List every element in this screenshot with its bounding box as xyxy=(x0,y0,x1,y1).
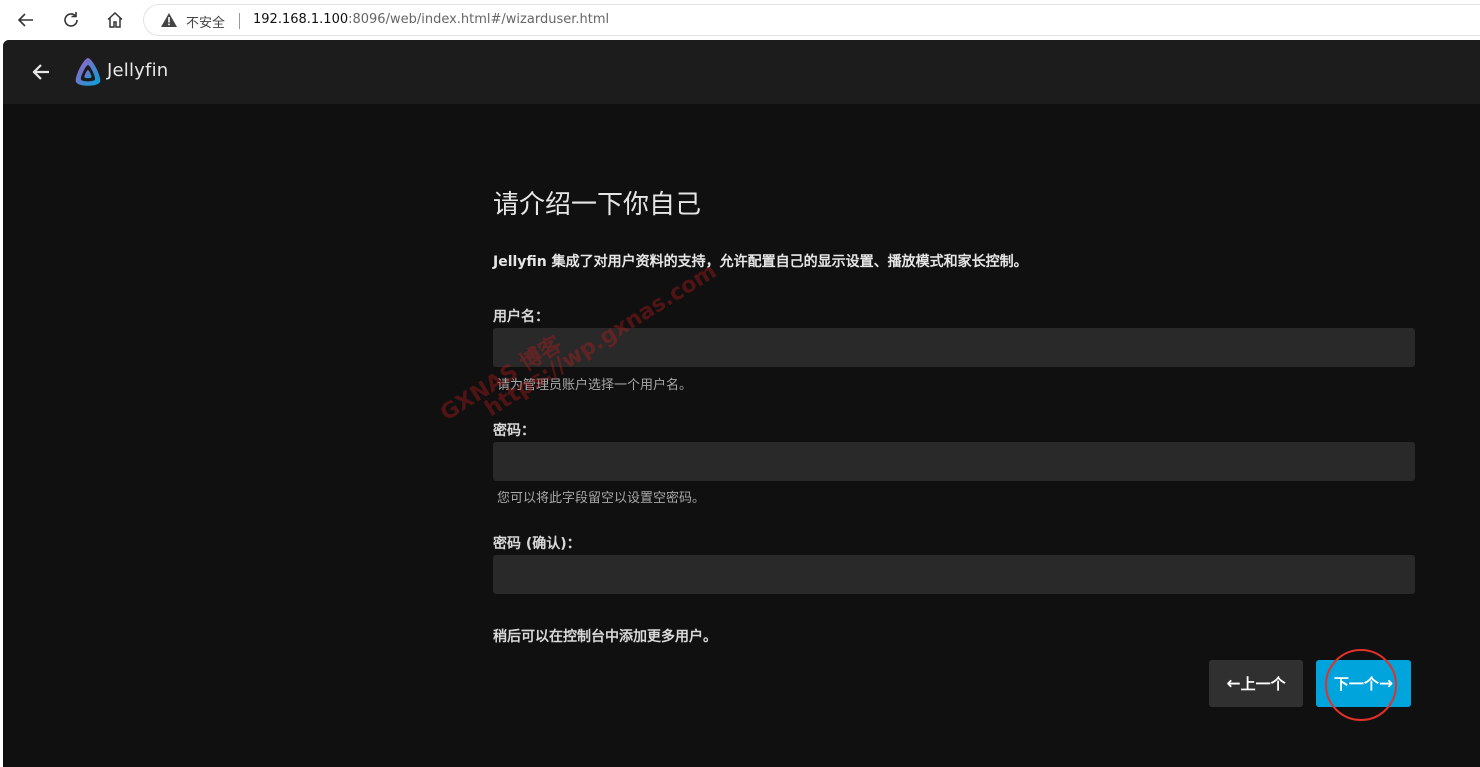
browser-reload-icon[interactable] xyxy=(58,8,84,32)
page-title: 请介绍一下你自己 xyxy=(493,190,702,220)
browser-toolbar: 不安全 192.168.1.100:8096/web/index.html#/w… xyxy=(0,0,1480,40)
arrow-right-icon: → xyxy=(1378,673,1394,694)
browser-home-icon[interactable] xyxy=(102,8,128,32)
password-hint: 您可以将此字段留空以设置空密码。 xyxy=(497,491,706,506)
browser-back-icon[interactable] xyxy=(13,8,39,32)
jellyfin-app: Jellyfin 请介绍一下你自己 Jellyfin 集成了对用户资料的支持，允… xyxy=(3,40,1480,767)
app-header: Jellyfin xyxy=(3,40,1480,104)
address-bar[interactable]: 不安全 192.168.1.100:8096/web/index.html#/w… xyxy=(143,4,1480,36)
confirm-password-label: 密码 (确认)： xyxy=(493,536,581,552)
url-host: 192.168.1.100 xyxy=(253,12,349,27)
url-text[interactable]: 192.168.1.100:8096/web/index.html#/wizar… xyxy=(253,12,609,27)
insecure-label[interactable]: 不安全 xyxy=(186,12,225,31)
password-label: 密码： xyxy=(493,423,535,439)
warning-icon[interactable] xyxy=(160,12,178,28)
next-button-label: 下一个 xyxy=(1333,675,1379,693)
previous-button[interactable]: ← 上一个 xyxy=(1209,660,1303,707)
next-button[interactable]: 下一个 → xyxy=(1316,660,1411,707)
previous-button-label: 上一个 xyxy=(1240,675,1286,693)
back-arrow-icon[interactable] xyxy=(27,58,55,86)
confirm-password-input[interactable] xyxy=(493,555,1415,594)
url-path: :8096/web/index.html#/wizarduser.html xyxy=(348,12,610,27)
brand-name: Jellyfin xyxy=(107,60,169,81)
jellyfin-logo-icon xyxy=(75,58,101,86)
footer-note: 稍后可以在控制台中添加更多用户。 xyxy=(493,629,717,645)
username-hint: 请为管理员账户选择一个用户名。 xyxy=(497,378,693,393)
arrow-left-icon: ← xyxy=(1226,673,1241,694)
username-label: 用户名： xyxy=(493,309,549,325)
intro-text: Jellyfin 集成了对用户资料的支持，允许配置自己的显示设置、播放模式和家长… xyxy=(493,254,1028,270)
address-separator xyxy=(239,13,240,29)
username-input[interactable] xyxy=(493,328,1415,367)
password-input[interactable] xyxy=(493,442,1415,481)
